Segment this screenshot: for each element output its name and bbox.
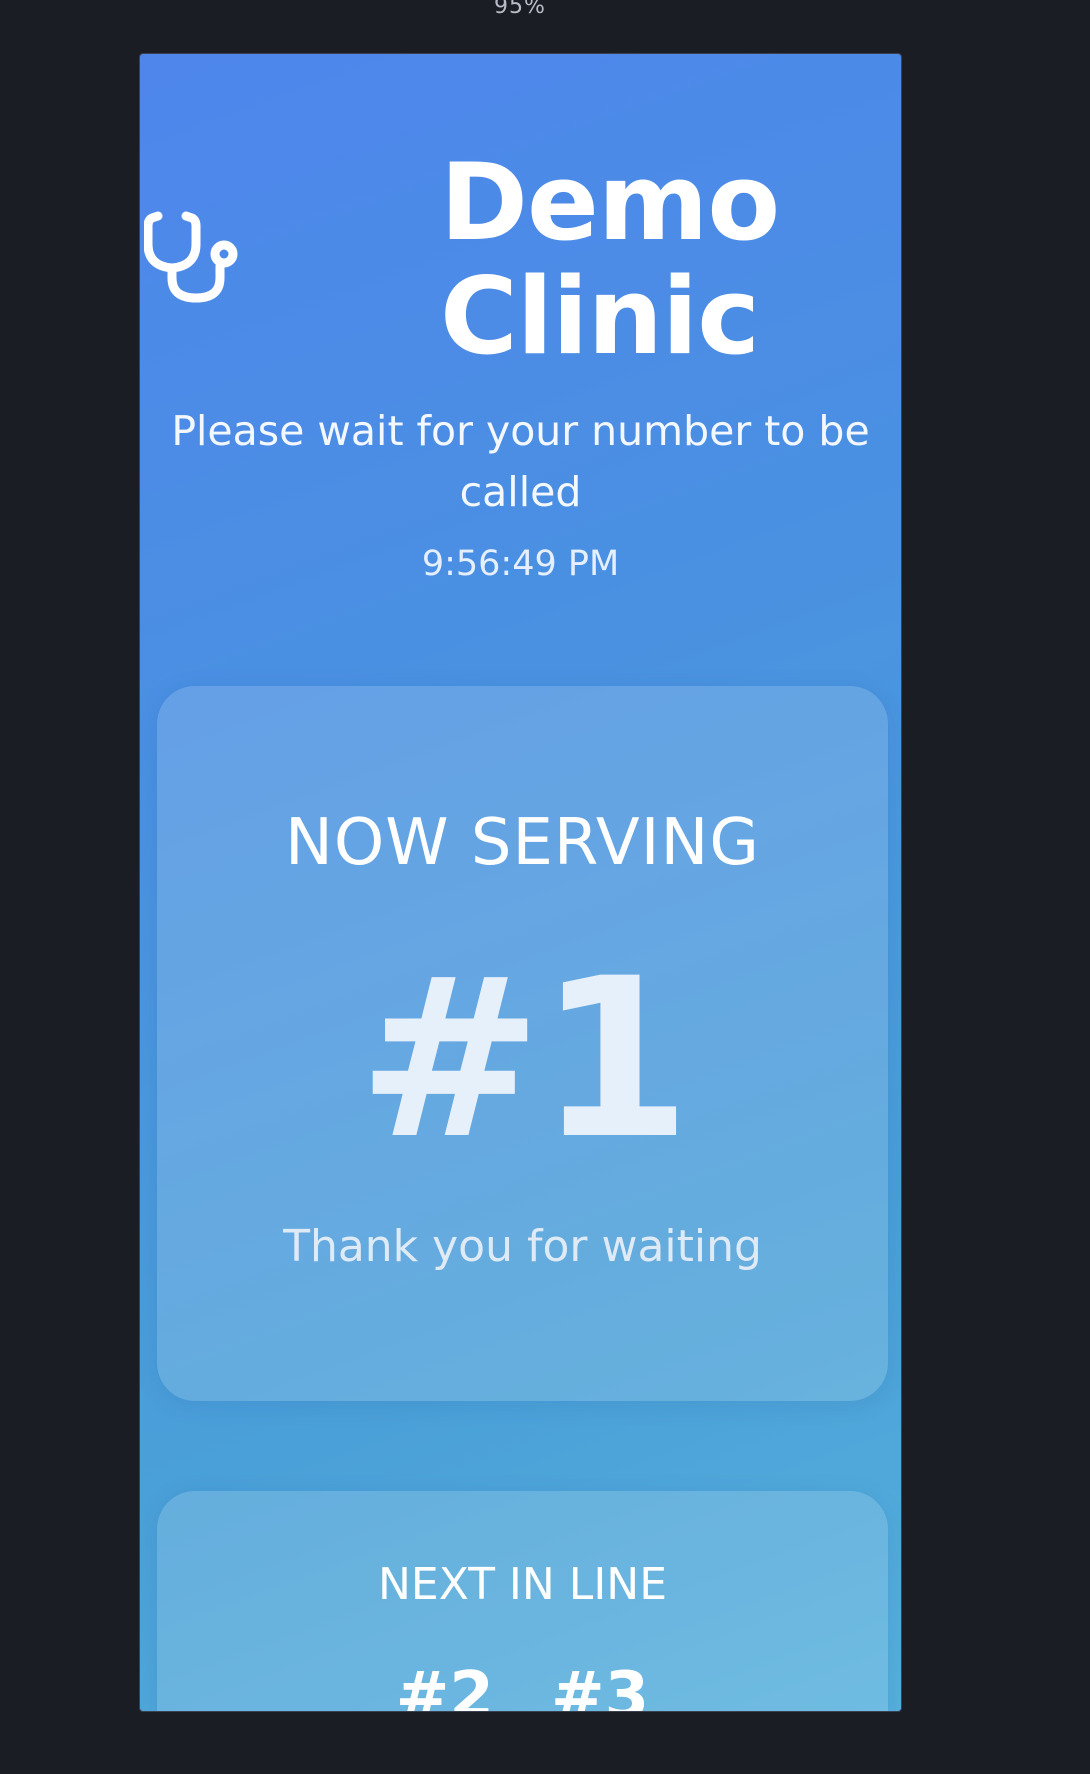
- now-serving-label: NOW SERVING: [284, 806, 761, 880]
- next-in-line-card: NEXT IN LINE #2 #3: [157, 1491, 888, 1712]
- queue-number: #3: [551, 1659, 650, 1712]
- next-in-line-list: #2 #3: [157, 1659, 888, 1712]
- clinic-name-line2: Clinic: [440, 255, 760, 378]
- clinic-name-line1: Demo: [440, 141, 780, 264]
- now-serving-number: #1: [357, 931, 691, 1187]
- stethoscope-icon: [144, 211, 238, 303]
- zoom-level-indicator: 95%: [494, 0, 546, 19]
- current-time: 9:56:49 PM: [421, 544, 620, 584]
- next-in-line-label: NEXT IN LINE: [377, 1559, 668, 1610]
- clinic-name: Demo Clinic: [440, 141, 780, 378]
- queue-display-screen: Demo Clinic Please wait for your number …: [139, 53, 902, 1712]
- now-serving-card: NOW SERVING #1 Thank you for waiting: [157, 686, 888, 1401]
- queue-number: #2: [395, 1659, 494, 1712]
- wait-message: Please wait for your number to be called: [171, 407, 870, 516]
- clinic-header: Demo Clinic Please wait for your number …: [140, 54, 901, 654]
- thank-you-message: Thank you for waiting: [283, 1221, 762, 1272]
